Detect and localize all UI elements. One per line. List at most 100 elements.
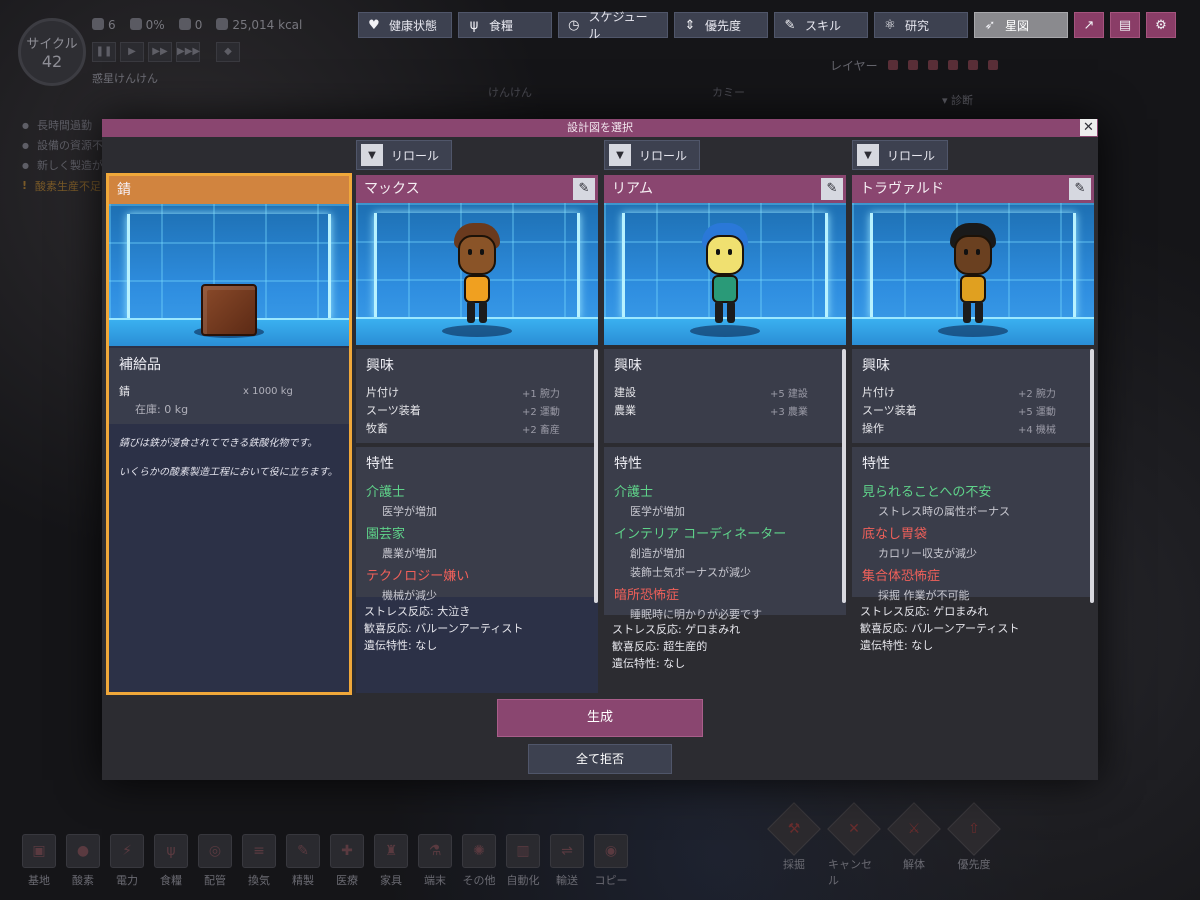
duplicant-card-travaldo[interactable]: トラヴァルド ✎ 興味 片付け +2 腕力 スーツ装着 +5 運動 操作 +4 機械 特… <box>852 175 1094 693</box>
duplicant-count[interactable]: 6 <box>92 18 116 32</box>
skills-button[interactable]: ✎ スキル <box>774 12 868 38</box>
leg <box>975 301 983 323</box>
alert-item[interactable]: 酸素生産不足 <box>22 176 103 197</box>
stress-reaction: ストレス反応: ゲロまみれ <box>860 605 989 618</box>
interest-name: 片付け <box>862 386 895 399</box>
dropdown-icon[interactable]: ▼ <box>361 144 383 166</box>
build-category-power[interactable]: ⚡ 電力 <box>108 834 146 888</box>
dropdown-icon[interactable]: ▼ <box>857 144 879 166</box>
build-category-medical[interactable]: ✚ 医療 <box>328 834 366 888</box>
interest-row: 農業 +3 農業 <box>614 401 836 419</box>
build-category-ventilation[interactable]: ≡ 換気 <box>240 834 278 888</box>
category-icon: ▥ <box>506 834 540 868</box>
trait-name: 園芸家 <box>366 527 406 542</box>
codex-button[interactable]: ▤ <box>1110 12 1140 38</box>
cancel-tool[interactable]: ✕ キャンセル <box>827 802 881 888</box>
starmap-button[interactable]: ➶ 星図 <box>974 12 1068 38</box>
reject-all-button[interactable]: 全て拒否 <box>528 744 672 774</box>
interests-section: 興味 片付け +2 腕力 スーツ装着 +5 運動 操作 +4 機械 <box>852 349 1094 443</box>
build-category-shipping[interactable]: ⇌ 輸送 <box>548 834 586 888</box>
stress-stat[interactable]: 0% <box>129 18 165 32</box>
interest-value: +2 腕力 <box>1018 388 1056 400</box>
speed-3-button[interactable]: ▶▶▶ <box>176 42 200 62</box>
eye <box>964 249 968 255</box>
interest-row-empty <box>614 419 836 437</box>
duplicant-card-max[interactable]: マックス ✎ 興味 片付け +1 腕力 スーツ装着 +2 運動 牧畜 +2 畜産 特性 … <box>356 175 598 693</box>
schedule-button[interactable]: ◷ スケジュール <box>558 10 668 41</box>
build-category-refining[interactable]: ✎ 精製 <box>284 834 322 888</box>
calorie-stat[interactable]: 25,014 kcal <box>216 18 302 32</box>
build-category-oxygen[interactable]: ● 酸素 <box>64 834 102 888</box>
traits-section: 特性 見られることへの不安 ストレス時の属性ボーナス 底なし胃袋 カロリー収支が… <box>852 447 1094 602</box>
supply-card[interactable]: 錆 補給品 錆 x 1000 kg 在庫: 0 kg 錆びは鉄が浸食されてできる… <box>106 173 352 695</box>
interest-value: +3 農業 <box>770 406 808 418</box>
build-category-utilities[interactable]: ✺ その他 <box>460 834 498 888</box>
scrollbar[interactable] <box>842 349 846 603</box>
trait-name: 底なし胃袋 <box>862 527 928 542</box>
interest-row: 片付け +1 腕力 <box>366 383 588 401</box>
overlay-icon[interactable] <box>887 60 898 70</box>
tool-bar: ⚒ 採掘 ✕ キャンセル ⚔ 解体 ⇧ 優先度 <box>767 802 1001 888</box>
joy-reaction: 歓喜反応: 超生産的 <box>612 640 708 653</box>
edit-pencil-icon[interactable]: ✎ <box>1069 178 1091 200</box>
dropdown-icon[interactable]: ▼ <box>609 144 631 166</box>
diagnostics-panel[interactable]: ▾ 診断 <box>942 92 1182 108</box>
generate-button[interactable]: 生成 <box>497 699 703 737</box>
item-stock: 在庫: 0 kg <box>135 403 189 416</box>
research-button[interactable]: ⚛ 研究 <box>874 12 968 38</box>
supply-title: 錆 <box>109 176 349 204</box>
genetic-trait: 遺伝特性: なし <box>364 639 438 652</box>
wrench-icon: ✎ <box>784 17 796 33</box>
speed-1-button[interactable]: ▶ <box>120 42 144 62</box>
edit-pencil-icon[interactable]: ✎ <box>573 178 595 200</box>
reroll-button[interactable]: ▼ リロール <box>604 140 700 170</box>
dig-tool[interactable]: ⚒ 採掘 <box>767 802 821 888</box>
speed-2-button[interactable]: ▶▶ <box>148 42 172 62</box>
copy-building-button[interactable]: ◉ コピー <box>592 834 630 888</box>
red-alert-button[interactable]: ◆ <box>216 42 240 62</box>
scrollbar[interactable] <box>594 349 598 603</box>
overlay-icon[interactable] <box>927 60 938 70</box>
sick-stat[interactable]: 0 <box>178 18 202 32</box>
build-category-stations[interactable]: ⚗ 端末 <box>416 834 454 888</box>
alert-item[interactable]: 新しく製造が <box>22 156 103 176</box>
settings-button[interactable]: ⚙ <box>1146 12 1176 38</box>
priority-tool[interactable]: ⇧ 優先度 <box>947 802 1001 888</box>
scrollbar[interactable] <box>1090 349 1094 603</box>
overlay-icon[interactable] <box>907 60 918 70</box>
build-category-furniture[interactable]: ♜ 家具 <box>372 834 410 888</box>
priority-button[interactable]: ⇕ 優先度 <box>674 12 768 38</box>
health-button[interactable]: ♥ 健康状態 <box>358 12 452 38</box>
alert-item[interactable]: 設備の資源不 <box>22 136 103 156</box>
reroll-button[interactable]: ▼ リロール <box>356 140 452 170</box>
edit-pencil-icon[interactable]: ✎ <box>821 178 843 200</box>
duplicant-card-liam[interactable]: リアム ✎ 興味 建設 +5 建設 農業 +3 農業 特性 介護士 医学が増加 … <box>604 175 846 693</box>
category-icon: ✺ <box>462 834 496 868</box>
reactions: ストレス反応: ゲロまみれ 歓喜反応: バルーンアーティスト 遺伝特性: なし <box>852 597 1094 693</box>
build-category-food[interactable]: ψ 食糧 <box>152 834 190 888</box>
report-button[interactable]: ↗ <box>1074 12 1104 38</box>
alert-item[interactable]: 長時間過勤 <box>22 116 103 136</box>
duplicant-portrait <box>604 203 846 345</box>
close-button[interactable]: ✕ <box>1080 119 1097 136</box>
overlay-icon[interactable] <box>987 60 998 70</box>
reactions: ストレス反応: ゲロまみれ 歓喜反応: 超生産的 遺伝特性: なし <box>604 615 846 693</box>
deconstruct-tool[interactable]: ⚔ 解体 <box>887 802 941 888</box>
interest-value: +5 運動 <box>1018 406 1056 418</box>
reroll-button[interactable]: ▼ リロール <box>852 140 948 170</box>
build-category-base[interactable]: ▣ 基地 <box>20 834 58 888</box>
desc-line: 錆びは鉄が浸食されてできる鉄酸化物です。 <box>119 438 318 449</box>
item-amount: x 1000 kg <box>243 385 293 397</box>
overlay-icon[interactable] <box>947 60 958 70</box>
item-name: 錆 <box>119 385 130 398</box>
rust-item-image <box>201 284 257 336</box>
category-icon: ≡ <box>242 834 276 868</box>
cycle-counter[interactable]: サイクル 42 <box>18 18 86 86</box>
interest-name: 片付け <box>366 386 399 399</box>
food-button[interactable]: ψ 食糧 <box>458 12 552 38</box>
overlay-icon[interactable] <box>967 60 978 70</box>
build-category-automation[interactable]: ▥ 自動化 <box>504 834 542 888</box>
build-category-plumbing[interactable]: ◎ 配管 <box>196 834 234 888</box>
category-icon: ✚ <box>330 834 364 868</box>
pause-button[interactable]: ❚❚ <box>92 42 116 62</box>
